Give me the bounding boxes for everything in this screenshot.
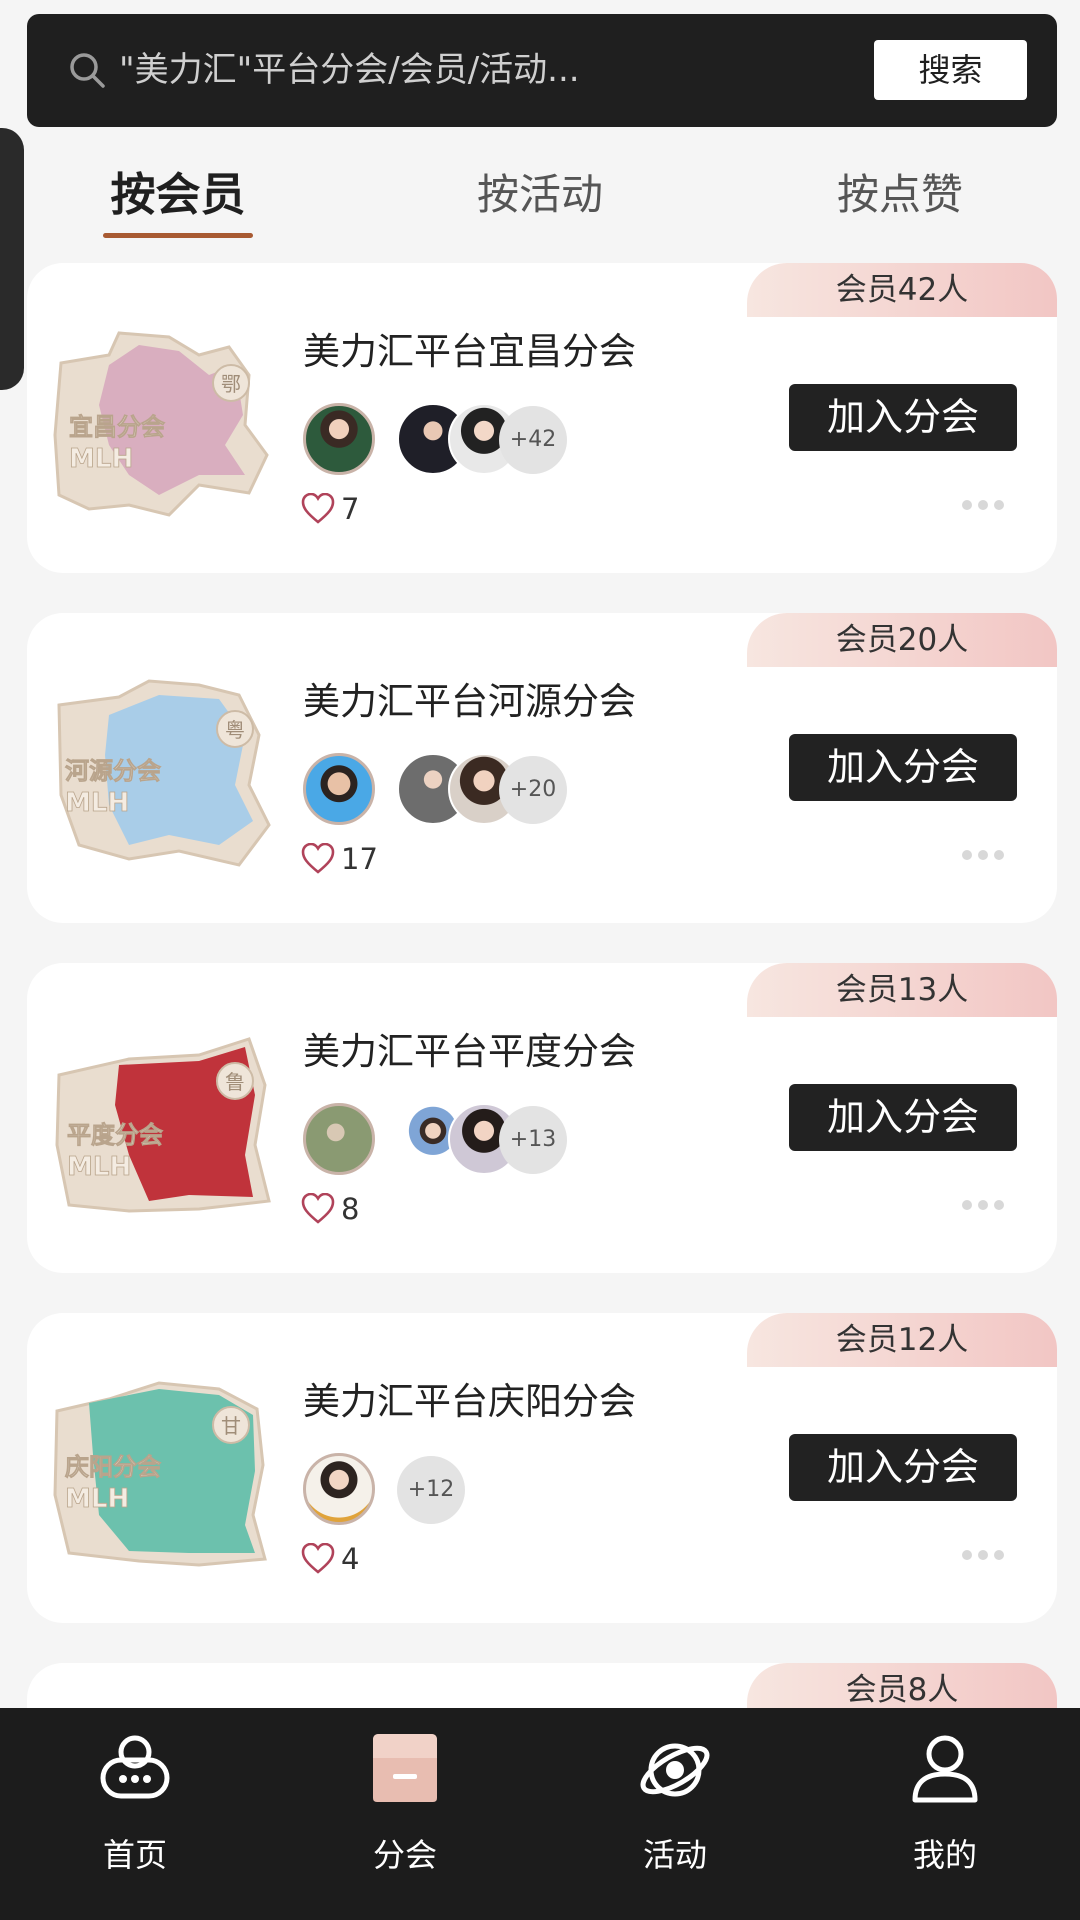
planet-icon (640, 1743, 710, 1797)
nav-home[interactable]: 首页 (35, 1708, 235, 1920)
svg-text:MLH: MLH (69, 444, 133, 474)
search-bar: "美力汇"平台分会/会员/活动... 搜索 (27, 14, 1057, 127)
like-count: 17 (341, 842, 378, 876)
heart-icon (301, 1193, 335, 1224)
more-members-count: +13 (499, 1106, 567, 1174)
home-robot-icon (100, 1735, 170, 1799)
branch-list-page: "美力汇"平台分会/会员/活动... 搜索 按会员 按活动 按点赞 会员42人 … (0, 0, 1080, 1920)
member-avatars[interactable]: +12 (303, 1453, 623, 1525)
more-options-icon[interactable] (961, 849, 1005, 861)
more-members-count: +20 (499, 756, 567, 824)
heart-icon (301, 1543, 335, 1574)
svg-text:宜昌分会: 宜昌分会 (69, 413, 165, 441)
branch-card[interactable]: 会员13人 鲁 平度分会 MLH 美力汇平台平度分会 +13 8 加入分会 (27, 963, 1057, 1273)
svg-text:庆阳分会: 庆阳分会 (65, 1453, 161, 1481)
member-count-badge: 会员20人 (747, 613, 1057, 667)
bottom-navigation: 首页 分会 活动 我的 (0, 1708, 1080, 1920)
nav-label: 分会 (372, 1836, 437, 1874)
svg-text:粤: 粤 (225, 718, 245, 742)
tab-by-member[interactable]: 按会员 (48, 160, 308, 238)
heart-icon (301, 843, 335, 874)
heart-icon (301, 493, 335, 524)
branch-name[interactable]: 美力汇平台宜昌分会 (303, 321, 636, 375)
sort-tabs: 按会员 按活动 按点赞 (0, 150, 1080, 250)
avatar (303, 403, 375, 475)
more-options-icon[interactable] (961, 1199, 1005, 1211)
branch-name[interactable]: 美力汇平台庆阳分会 (303, 1371, 636, 1425)
user-icon (912, 1735, 978, 1803)
tab-by-activity[interactable]: 按活动 (410, 160, 670, 230)
tab-label: 按会员 (110, 168, 246, 221)
branch-map-badge: 鲁 平度分会 MLH (55, 1037, 271, 1213)
svg-text:MLH: MLH (65, 1484, 129, 1514)
shop-icon (373, 1734, 437, 1802)
member-avatars[interactable]: +13 (303, 1103, 623, 1175)
branch-map-badge: 鄂 宜昌分会 MLH (53, 331, 269, 517)
svg-text:鄂: 鄂 (221, 372, 241, 396)
branch-card[interactable]: 会员42人 鄂 宜昌分会 MLH 美力汇平台宜昌分会 +42 7 加入分会 (27, 263, 1057, 573)
avatar (303, 753, 375, 825)
more-options-icon[interactable] (961, 1549, 1005, 1561)
svg-text:鲁: 鲁 (225, 1070, 245, 1094)
join-branch-button[interactable]: 加入分会 (789, 384, 1017, 451)
search-icon (70, 53, 105, 88)
search-input[interactable]: "美力汇"平台分会/会员/活动... (119, 40, 819, 100)
member-avatars[interactable]: +42 (303, 403, 623, 475)
nav-label: 我的 (912, 1836, 977, 1874)
nav-activity[interactable]: 活动 (575, 1708, 775, 1920)
nav-branch[interactable]: 分会 (305, 1708, 505, 1920)
branch-card[interactable]: 会员12人 甘 庆阳分会 MLH 美力汇平台庆阳分会 +12 4 加入分会 (27, 1313, 1057, 1623)
svg-text:MLH: MLH (67, 1152, 131, 1182)
more-members-count: +42 (499, 406, 567, 474)
join-branch-button[interactable]: 加入分会 (789, 1434, 1017, 1501)
avatar (303, 1453, 375, 1525)
member-count-badge: 会员12人 (747, 1313, 1057, 1367)
member-avatars[interactable]: +20 (303, 753, 623, 825)
join-branch-button[interactable]: 加入分会 (789, 1084, 1017, 1151)
avatar (303, 1103, 375, 1175)
like-count: 8 (341, 1192, 360, 1226)
like-count: 4 (341, 1542, 360, 1576)
member-count-badge: 会员42人 (747, 263, 1057, 317)
search-button[interactable]: 搜索 (874, 40, 1027, 100)
svg-text:河源分会: 河源分会 (65, 757, 161, 785)
branch-map-badge: 粤 河源分会 MLH (57, 679, 271, 867)
nav-label: 活动 (642, 1836, 707, 1874)
member-count-badge: 会员13人 (747, 963, 1057, 1017)
svg-text:甘: 甘 (221, 1414, 241, 1438)
branch-card[interactable]: 会员20人 粤 河源分会 MLH 美力汇平台河源分会 +20 17 加入分会 (27, 613, 1057, 923)
svg-text:平度分会: 平度分会 (67, 1121, 163, 1149)
branch-name[interactable]: 美力汇平台平度分会 (303, 1021, 636, 1075)
branch-map-badge: 甘 庆阳分会 MLH (53, 1381, 267, 1567)
svg-text:MLH: MLH (65, 788, 129, 818)
more-options-icon[interactable] (961, 499, 1005, 511)
nav-mine[interactable]: 我的 (845, 1708, 1045, 1920)
active-tab-underline (103, 233, 253, 238)
branch-name[interactable]: 美力汇平台河源分会 (303, 671, 636, 725)
nav-label: 首页 (102, 1836, 167, 1874)
tab-by-likes[interactable]: 按点赞 (770, 160, 1030, 230)
join-branch-button[interactable]: 加入分会 (789, 734, 1017, 801)
more-members-count: +12 (397, 1456, 465, 1524)
like-count: 7 (341, 492, 360, 526)
